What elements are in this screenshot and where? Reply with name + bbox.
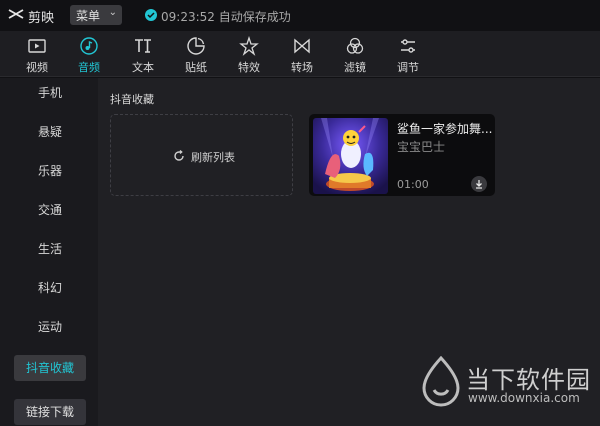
chevron-down-icon: ⌄ [108, 7, 117, 18]
tab-filter[interactable]: 滤镜 [330, 31, 380, 77]
sidebar-item-link-download[interactable]: 链接下载 [14, 399, 86, 425]
sidebar-item-traffic[interactable]: 交通 [14, 197, 86, 223]
adjust-icon [401, 39, 415, 53]
refresh-icon [174, 150, 184, 161]
capcut-logo-icon [8, 9, 24, 19]
video-icon [28, 39, 46, 53]
autosave-status: 09:23:52 自动保存成功 [161, 10, 291, 24]
section-title: 抖音收藏 [110, 93, 154, 106]
refresh-list-button[interactable]: 刷新列表 [110, 114, 293, 196]
menu-label: 菜单 [76, 8, 101, 23]
tab-effects[interactable]: 特效 [224, 31, 274, 77]
tool-tabs: 视频 音频 文本 贴纸 特效 转场 滤镜 调节 [0, 31, 600, 77]
refresh-label: 刷新列表 [191, 151, 235, 164]
watermark-text: 当下软件园 [466, 366, 591, 394]
tab-label: 文本 [132, 61, 154, 74]
sidebar-item-sports[interactable]: 运动 [14, 314, 86, 340]
app-name: 剪映 [28, 11, 55, 26]
tab-label: 转场 [291, 61, 313, 74]
sticker-icon [187, 37, 205, 55]
track-title: 鲨鱼一家参加舞... [397, 122, 493, 136]
tab-text[interactable]: 文本 [118, 31, 168, 77]
tab-label: 调节 [397, 61, 419, 74]
tab-adjust[interactable]: 调节 [383, 31, 433, 77]
check-circle-icon [145, 9, 157, 21]
tab-label: 音频 [78, 61, 100, 74]
sidebar-item-suspense[interactable]: 悬疑 [14, 119, 86, 145]
download-button[interactable] [471, 176, 487, 192]
tab-label: 贴纸 [185, 61, 207, 74]
sidebar-item-douyin-favorites[interactable]: 抖音收藏 [14, 355, 86, 381]
effects-icon [239, 36, 259, 56]
sidebar-item-life[interactable]: 生活 [14, 236, 86, 262]
audio-category-sidebar: 手机 悬疑 乐器 交通 生活 科幻 运动 抖音收藏 链接下载 [0, 78, 98, 426]
tab-label: 滤镜 [344, 61, 366, 74]
tab-audio[interactable]: 音频 [64, 31, 114, 77]
tab-label: 视频 [26, 61, 48, 74]
transition-icon [294, 38, 310, 54]
sidebar-item-instrument[interactable]: 乐器 [14, 158, 86, 184]
watermark-logo-icon [422, 356, 460, 407]
music-item-card[interactable]: 鲨鱼一家参加舞... 宝宝巴士 01:00 [309, 114, 495, 196]
sidebar-item-scifi[interactable]: 科幻 [14, 275, 86, 301]
tab-sticker[interactable]: 贴纸 [171, 31, 221, 77]
album-cover-image [313, 118, 388, 194]
audio-icon [80, 37, 98, 55]
track-duration: 01:00 [397, 178, 429, 191]
text-icon [135, 39, 151, 53]
tab-label: 特效 [238, 61, 260, 74]
watermark-url: www.downxia.com [468, 391, 580, 405]
tab-transition[interactable]: 转场 [277, 31, 327, 77]
track-artist: 宝宝巴士 [397, 140, 446, 154]
menu-button[interactable]: 菜单 ⌄ [70, 5, 122, 25]
download-icon [476, 180, 482, 189]
tab-video[interactable]: 视频 [12, 31, 62, 77]
filter-icon [346, 37, 364, 54]
sidebar-item-phone[interactable]: 手机 [14, 80, 86, 106]
title-bar: 剪映 菜单 ⌄ 09:23:52 自动保存成功 [0, 0, 600, 31]
